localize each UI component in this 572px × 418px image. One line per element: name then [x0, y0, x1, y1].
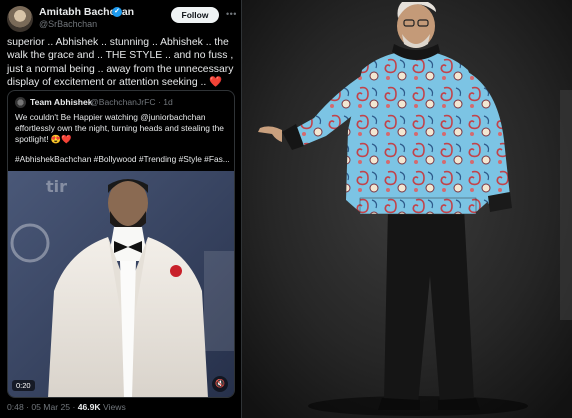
quote-video[interactable]: tir 0:20 🔇 — [8, 171, 234, 397]
heart-emoji: ❤️ — [209, 77, 223, 89]
author-handle[interactable]: @SrBachchan — [39, 19, 97, 29]
volume-muted-icon[interactable]: 🔇 — [212, 376, 228, 392]
quote-author-avatar[interactable] — [15, 97, 26, 108]
views-label: Views — [103, 402, 126, 412]
tweet-body: superior .. Abhishek .. stunning .. Abhi… — [7, 37, 234, 89]
quote-author-name[interactable]: Team Abhishek — [30, 97, 93, 107]
verified-badge-icon: ✓ — [112, 7, 122, 17]
backdrop-logo-text: tir — [46, 177, 68, 196]
video-duration: 0:20 — [12, 380, 35, 391]
video-frame-illustration — [8, 171, 234, 397]
author-avatar[interactable] — [7, 6, 33, 32]
more-options-icon[interactable]: ••• — [226, 9, 237, 19]
views-count: 46.9K — [77, 402, 101, 412]
tweet-timestamp[interactable]: 0:48 · 05 Mar 25 · — [7, 402, 75, 412]
quote-hashtags[interactable]: #AbhishekBachchan #Bollywood #Trending #… — [15, 154, 229, 164]
tweet-footer: 0:48 · 05 Mar 25 · 46.9K Views — [7, 402, 126, 412]
tweet-text: superior .. Abhishek .. stunning .. Abhi… — [7, 36, 235, 90]
follow-button[interactable]: Follow — [171, 7, 219, 23]
runway-photo-illustration — [242, 0, 572, 418]
tweet-panel: Amitabh Bachchan ✓ @SrBachchan Follow ••… — [0, 0, 242, 418]
runway-photo — [242, 0, 572, 418]
quoted-tweet[interactable]: Team Abhishek @BachchanJrFC · 1d We coul… — [7, 90, 235, 398]
quote-text: We couldn't Be Happier watching @juniorb… — [15, 112, 224, 145]
quote-handle-time[interactable]: @BachchanJrFC · 1d — [90, 97, 173, 107]
